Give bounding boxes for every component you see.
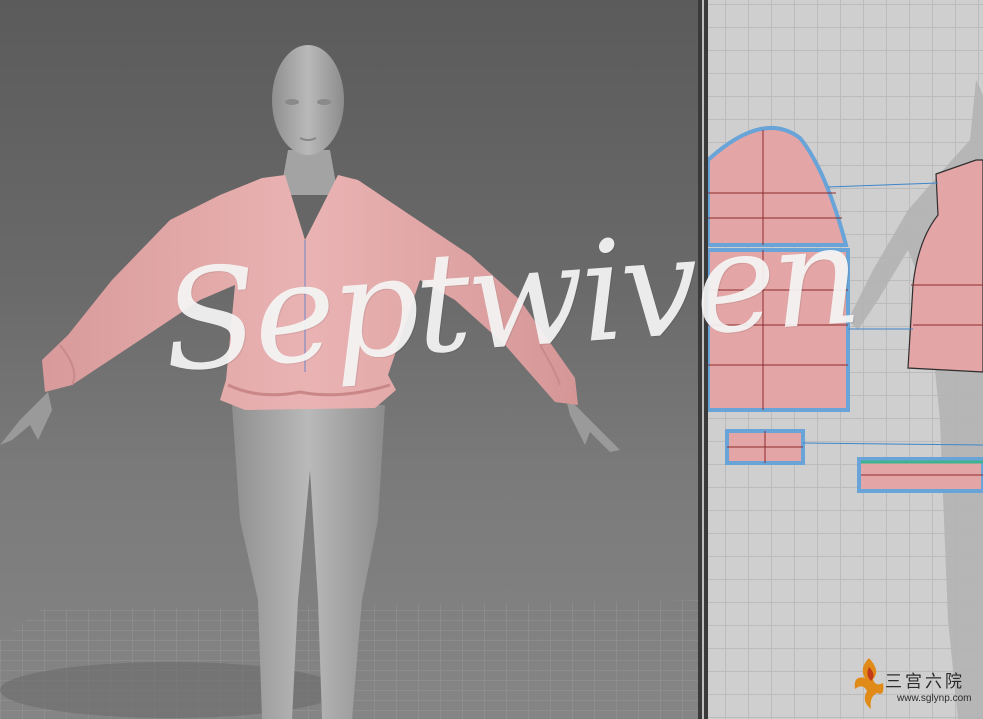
pattern-peplum-strip[interactable] <box>857 457 983 493</box>
3d-scene <box>0 45 698 719</box>
3d-viewport[interactable] <box>0 0 698 719</box>
logo-url: www.sglynp.com <box>897 693 972 704</box>
avatar-head <box>272 45 344 155</box>
pattern-back-body[interactable] <box>907 159 983 373</box>
site-logo: 三宫六院 www.sglynp.com <box>849 653 977 715</box>
2d-pattern-viewport[interactable] <box>708 0 983 719</box>
view-divider[interactable] <box>698 0 708 719</box>
avatar-left-hand <box>0 392 52 445</box>
pattern-cuff[interactable] <box>725 429 805 465</box>
pattern-front-body[interactable] <box>708 248 850 412</box>
pattern-sleeve[interactable] <box>708 125 849 247</box>
app-window: Septwiven 三宫六院 www.sglynp.com <box>0 0 983 719</box>
logo-chinese-text: 三宫六院 <box>885 672 965 692</box>
garment-blouse <box>42 175 578 410</box>
pattern-canvas <box>708 80 983 719</box>
phoenix-logo-icon <box>854 658 884 709</box>
